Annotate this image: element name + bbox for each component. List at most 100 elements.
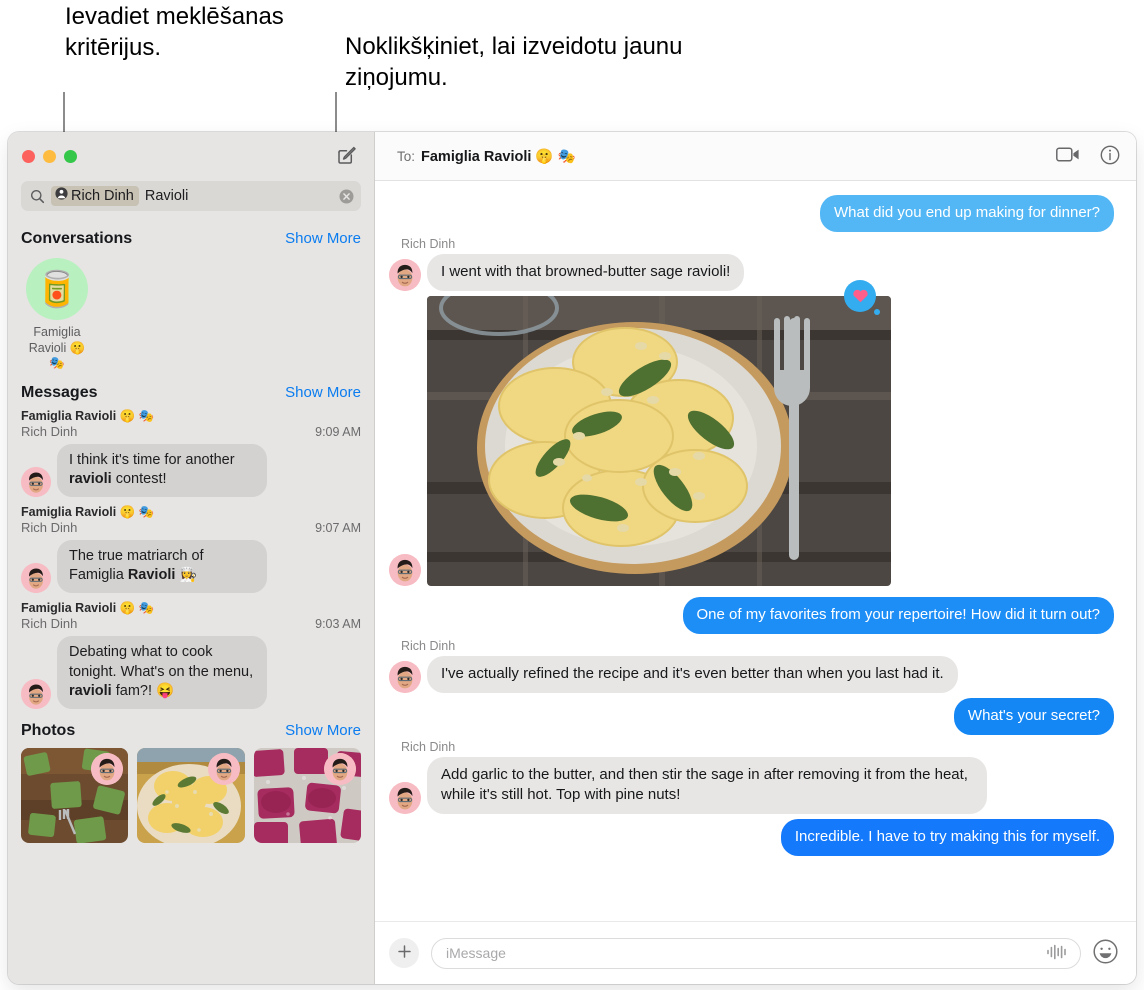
photo-sender-avatar: [323, 752, 356, 785]
sidebar: Rich Dinh Ravioli Conversations Show Mor…: [8, 132, 375, 984]
conversation-name: Famiglia Ravioli 🤫 🎭: [28, 325, 86, 371]
message-result-row: I think it's time for another ravioli co…: [21, 443, 361, 498]
message-result-item[interactable]: Famiglia Ravioli 🤫 🎭 Rich Dinh 9:09 AM I th…: [8, 406, 374, 502]
message-row-incoming: Rich Dinh I went with that browned-butter…: [389, 237, 1114, 291]
message-result-subheader: Rich Dinh 9:09 AM: [21, 424, 361, 439]
message-result-row: The true matriarch of Famiglia Ravioli 👩…: [21, 540, 361, 594]
search-field[interactable]: Rich Dinh Ravioli: [21, 181, 361, 211]
to-label: To:: [397, 148, 416, 164]
audio-waveform-icon: [1046, 944, 1068, 963]
section-title-conversations: Conversations: [21, 230, 133, 247]
photo-sender-avatar: [207, 752, 240, 785]
tapback-tail-dot: [874, 308, 880, 315]
message-result-item[interactable]: Famiglia Ravioli 🤫 🎭 Rich Dinh 9:03 AM Deba…: [8, 598, 374, 713]
photo-thumbnail[interactable]: [137, 747, 245, 843]
message-result-row: Debating what to cook tonight. What's on…: [21, 636, 361, 709]
message-row-incoming: Rich Dinh I've actually refined the recip…: [389, 639, 1114, 693]
section-header-photos: Photos Show More: [8, 714, 374, 744]
message-result-group: Famiglia Ravioli 🤫 🎭: [21, 408, 155, 423]
incoming-message-bubble[interactable]: I went with that browned-butter sage rav…: [427, 253, 745, 291]
message-row-outgoing: What's your secret?: [389, 697, 1114, 735]
message-result-time: 9:09 AM: [315, 424, 361, 439]
section-header-messages: Messages Show More: [8, 376, 374, 406]
details-info-button[interactable]: [1100, 145, 1120, 168]
sender-avatar[interactable]: [389, 781, 421, 814]
add-attachment-button[interactable]: [389, 938, 419, 968]
photo-thumbnail[interactable]: [21, 747, 129, 843]
message-result-bubble: The true matriarch of Famiglia Ravioli 👩…: [57, 540, 267, 594]
message-result-sender: Rich Dinh: [21, 423, 78, 439]
compose-message-button[interactable]: [332, 143, 360, 171]
clear-search-icon[interactable]: [339, 189, 354, 204]
section-title-photos: Photos: [21, 721, 76, 739]
messages-window: Rich Dinh Ravioli Conversations Show Mor…: [8, 132, 1136, 984]
incoming-sender-name: Rich Dinh: [401, 739, 456, 754]
tapback-heart-reaction[interactable]: [844, 279, 880, 316]
conversation-header: To: Famiglia Ravioli 🤫 🎭: [375, 132, 1136, 181]
message-result-bubble: I think it's time for another ravioli co…: [57, 443, 267, 498]
incoming-message-bubble[interactable]: Add garlic to the butter, and then stir …: [427, 756, 987, 814]
message-result-header: Famiglia Ravioli 🤫 🎭: [21, 505, 361, 520]
message-result-time: 9:07 AM: [315, 521, 361, 536]
photo-sender-avatar: [91, 752, 124, 785]
outgoing-message-bubble[interactable]: What did you end up making for dinner?: [820, 195, 1114, 232]
minimize-window-button[interactable]: [43, 150, 56, 163]
sender-avatar[interactable]: [389, 553, 421, 586]
message-thread[interactable]: What did you end up making for dinner? Ri…: [375, 181, 1136, 921]
message-row-attachment: [389, 279, 1114, 592]
sender-avatar: [21, 563, 51, 594]
incoming-message-bubble[interactable]: I've actually refined the recipe and it'…: [427, 655, 958, 693]
message-result-list: Famiglia Ravioli 🤫 🎭 Rich Dinh 9:09 AM I th…: [8, 406, 374, 714]
show-more-conversations[interactable]: Show More: [285, 230, 361, 247]
sender-avatar[interactable]: [389, 258, 421, 291]
window-titlebar: [8, 132, 374, 181]
conversations-result-list: 🥫 Famiglia Ravioli 🤫 🎭: [8, 252, 374, 376]
video-camera-icon: [1056, 146, 1080, 166]
imessage-input-field[interactable]: [431, 937, 1081, 969]
conversation-result-item[interactable]: 🥫 Famiglia Ravioli 🤫 🎭: [21, 258, 93, 372]
recipient-name[interactable]: Famiglia Ravioli 🤫 🎭: [421, 148, 576, 165]
search-match-highlight: Ravioli: [127, 567, 176, 584]
search-match-highlight: ravioli: [69, 471, 112, 487]
message-result-sender: Rich Dinh: [21, 520, 78, 536]
message-row-outgoing: Incredible. I have to try making this fo…: [389, 818, 1114, 856]
compose-icon: [336, 145, 357, 169]
outgoing-message-bubble[interactable]: What's your secret?: [953, 697, 1114, 735]
outgoing-message-bubble[interactable]: One of my favorites from your repertoire…: [682, 596, 1114, 634]
conversation-avatar-icon: 🥫: [26, 258, 88, 320]
section-header-conversations: Conversations Show More: [8, 222, 374, 252]
search-row: Rich Dinh Ravioli: [8, 181, 374, 222]
message-result-time: 9:03 AM: [315, 617, 361, 632]
facetime-button[interactable]: [1056, 146, 1080, 166]
callout-search-text: Ievadiet meklēšanas kritērijus.: [65, 3, 284, 61]
photo-thumbnail[interactable]: [253, 747, 361, 843]
search-results[interactable]: Conversations Show More 🥫 Famiglia Ravio…: [8, 222, 374, 984]
message-result-group: Famiglia Ravioli 🤫 🎭: [21, 505, 155, 520]
message-result-sender: Rich Dinh: [21, 616, 78, 632]
window-traffic-lights: [22, 150, 77, 163]
close-window-button[interactable]: [22, 150, 35, 163]
message-result-header: Famiglia Ravioli 🤫 🎭: [21, 601, 361, 616]
photo-attachment[interactable]: [427, 295, 891, 586]
conversation-pane: To: Famiglia Ravioli 🤫 🎭 What did you en…: [375, 132, 1136, 984]
person-icon: [55, 187, 68, 204]
sender-avatar[interactable]: [389, 660, 421, 693]
plus-icon: [397, 944, 412, 962]
incoming-sender-name: Rich Dinh: [401, 236, 456, 251]
search-query-text[interactable]: Ravioli: [145, 188, 189, 204]
emoji-picker-button[interactable]: [1093, 939, 1118, 967]
zoom-window-button[interactable]: [64, 150, 77, 163]
show-more-messages[interactable]: Show More: [285, 384, 361, 401]
message-result-item[interactable]: Famiglia Ravioli 🤫 🎭 Rich Dinh 9:07 AM The …: [8, 502, 374, 598]
conversation-header-actions: [1056, 145, 1120, 168]
message-row-outgoing: What did you end up making for dinner?: [389, 195, 1114, 232]
record-audio-button[interactable]: [1046, 944, 1068, 963]
search-token-rich-dinh[interactable]: Rich Dinh: [51, 186, 139, 206]
message-result-group: Famiglia Ravioli 🤫 🎭: [21, 601, 155, 616]
imessage-input[interactable]: [446, 945, 1046, 961]
outgoing-message-bubble[interactable]: Incredible. I have to try making this fo…: [780, 818, 1114, 856]
show-more-photos[interactable]: Show More: [285, 722, 361, 739]
sender-avatar: [21, 678, 51, 709]
message-row-incoming: Rich Dinh Add garlic to the butter, and t…: [389, 740, 1114, 814]
search-token-label: Rich Dinh: [71, 187, 134, 204]
